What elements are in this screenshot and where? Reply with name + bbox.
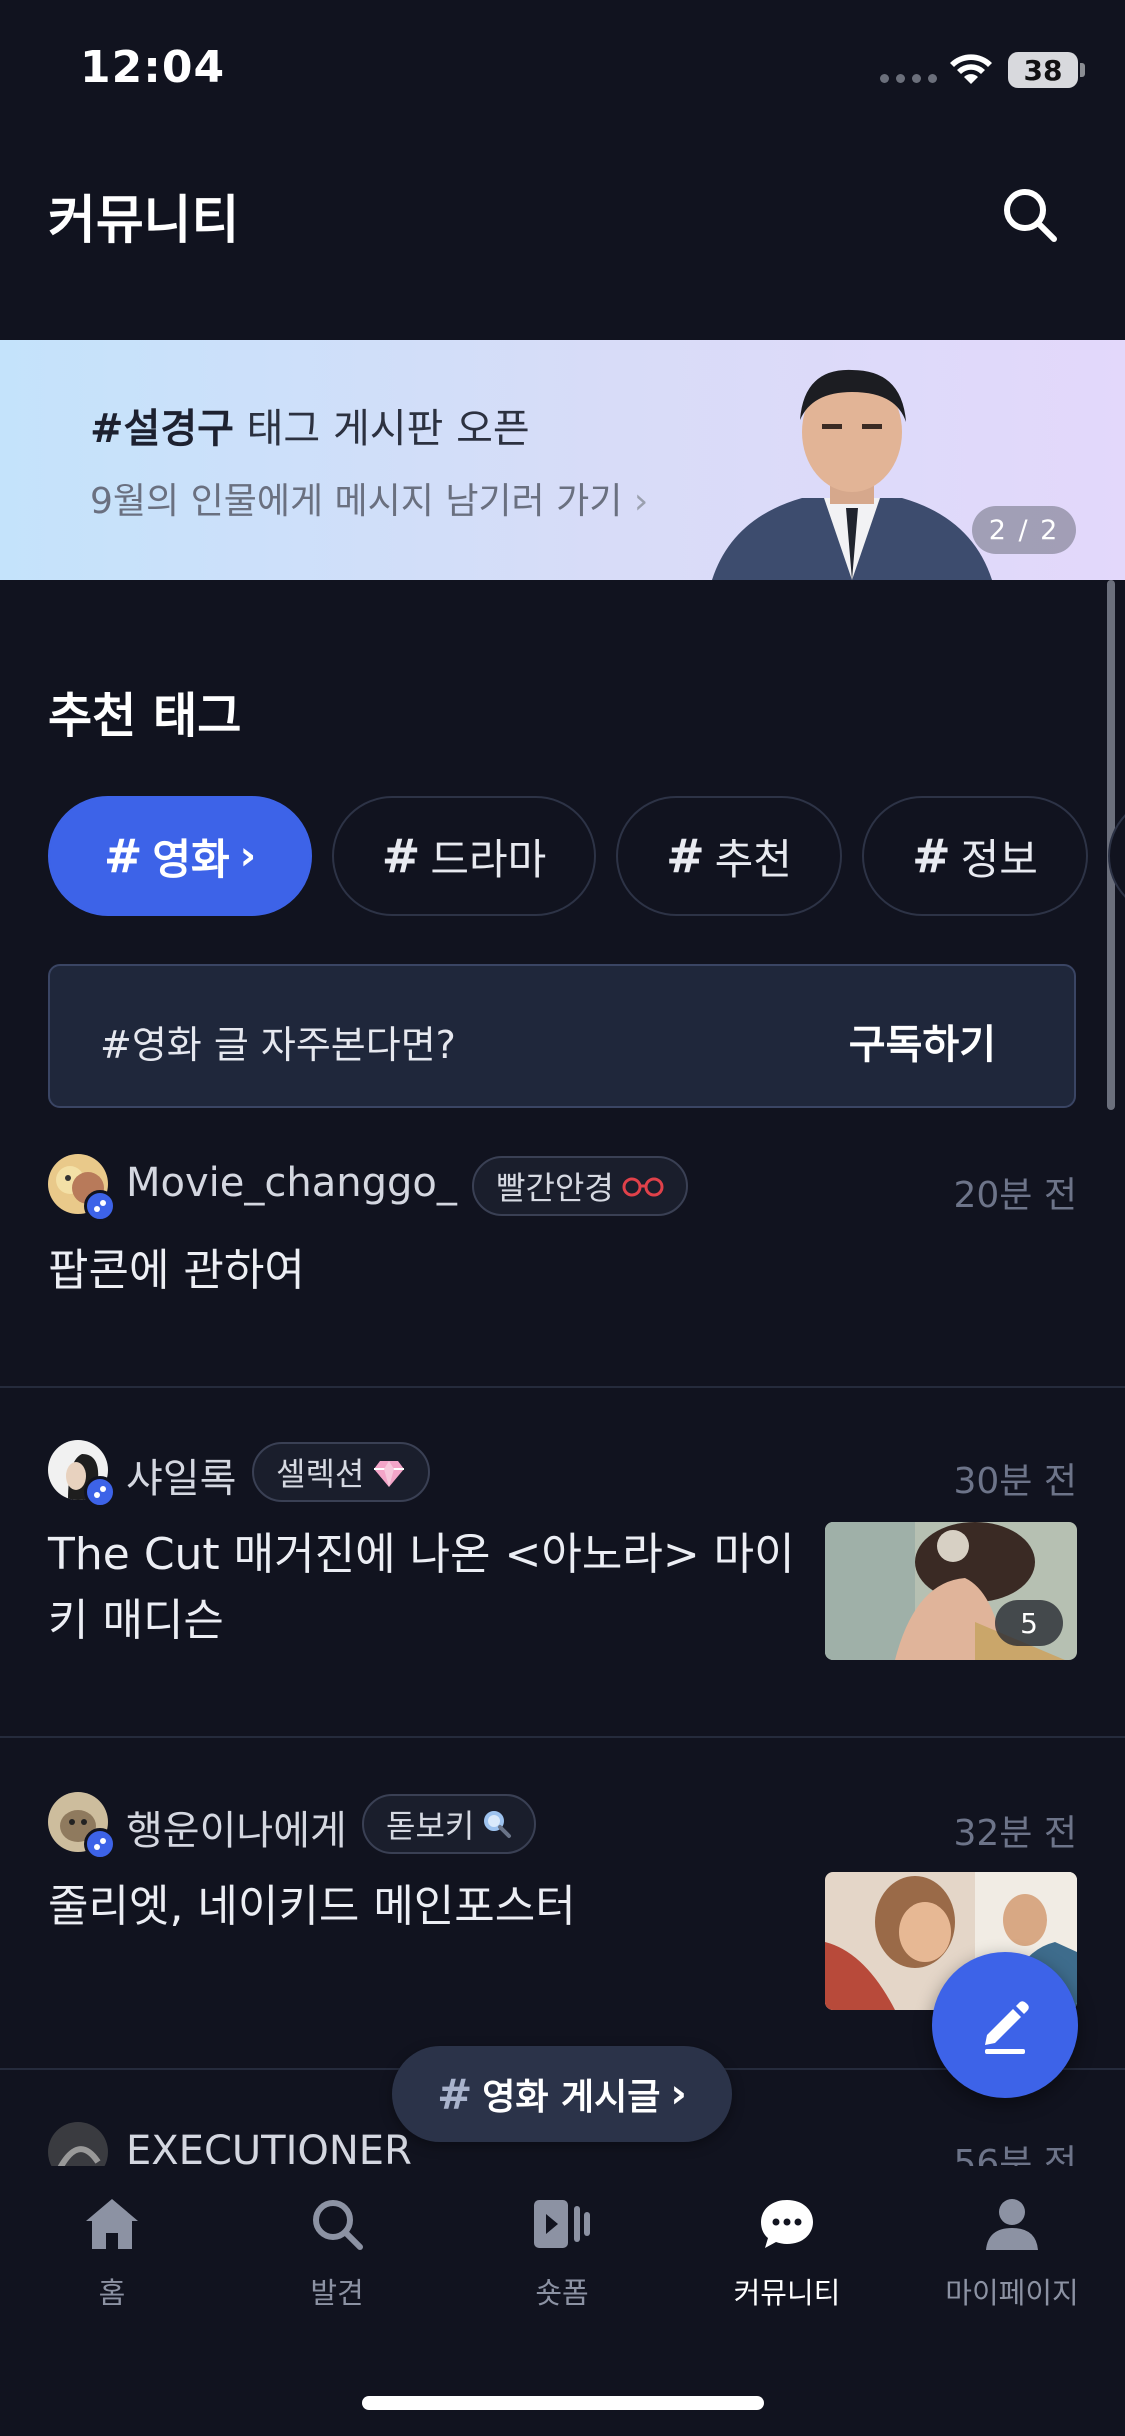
hash-icon: # — [381, 829, 421, 883]
hash-icon: # — [437, 2069, 473, 2119]
magnifier-icon — [484, 1811, 512, 1838]
tag-chip-label: 영화 — [152, 834, 230, 884]
nav-label: 숏폼 — [535, 2276, 589, 2310]
search-icon — [305, 2192, 369, 2256]
nav-label: 홈 — [98, 2276, 126, 2310]
nav-item-community[interactable]: 커뮤니티 — [687, 2192, 887, 2312]
nav-item-discover[interactable]: 발견 — [237, 2192, 437, 2312]
banner-title-rest: 태그 게시판 오픈 — [233, 406, 530, 452]
post-username[interactable]: 행운이나에게 — [126, 1798, 347, 1856]
avatar[interactable] — [48, 2122, 108, 2166]
glasses-icon — [622, 1177, 664, 1197]
post-username[interactable]: Movie_changgo_ — [126, 1160, 457, 1206]
tag-chip-info[interactable]: # 정보 — [862, 796, 1088, 916]
home-icon — [80, 2192, 144, 2256]
verified-badge-icon — [84, 1190, 116, 1222]
tag-chip-drama[interactable]: # 드라마 — [332, 796, 596, 916]
post-title: 줄리엣, 네이키드 메인포스터 — [48, 1881, 576, 1932]
post-title: 팝콘에 관하여 — [48, 1245, 305, 1296]
user-badge: 셀렉션 — [252, 1442, 431, 1502]
hash-icon: # — [912, 829, 951, 883]
nav-item-shortform[interactable]: 숏폼 — [462, 2192, 662, 2312]
post-title: The Cut 매거진에 나온 <아노라> 마이 키 매디슨 — [48, 1522, 808, 1654]
chevron-right-icon: › — [633, 481, 649, 522]
post-time: 30분 전 — [953, 1461, 1078, 1502]
post-time: 56분 전 — [953, 2143, 1078, 2166]
section-title-recommended-tags: 추천 태그 — [48, 688, 242, 744]
post-username[interactable]: 샤일록 — [126, 1446, 236, 1504]
banner-title-tag: #설경구 — [90, 406, 234, 452]
chevron-right-icon: › — [670, 2071, 687, 2117]
tag-chip-partial[interactable] — [1108, 796, 1125, 916]
subscribe-button[interactable]: 구독하기 — [849, 1012, 996, 1070]
avatar[interactable] — [48, 1792, 116, 1860]
user-badge: 빨간안경 — [472, 1156, 688, 1216]
post-item[interactable]: 샤일록 셀렉션 30분 전 The Cut 매거진에 나온 <아노라> 마이 키… — [0, 1436, 1125, 1736]
banner-page-counter: 2 / 2 — [972, 506, 1076, 554]
divider — [0, 1736, 1125, 1738]
user-badge: 돋보키 — [362, 1794, 537, 1854]
search-button[interactable] — [995, 180, 1065, 250]
battery-icon: 38 — [1008, 52, 1078, 88]
banner-subtitle: 9월의 인물에게 메시지 남기러 가기 › — [90, 472, 648, 524]
subscribe-prompt: #영화 글 자주본다면? 구독하기 — [48, 964, 1076, 1108]
status-bar: 12:04 38 — [0, 0, 1125, 140]
gem-icon — [374, 1461, 405, 1487]
tag-chip-row: # 영화 › # 드라마 # 추천 # 정보 — [48, 796, 1125, 918]
divider — [0, 1386, 1125, 1388]
status-time: 12:04 — [80, 42, 226, 93]
user-badge-label: 셀렉션 — [276, 1455, 365, 1493]
nav-item-mypage[interactable]: 마이페이지 — [912, 2192, 1112, 2312]
nav-label: 커뮤니티 — [733, 2276, 841, 2310]
banner-subtitle-text: 9월의 인물에게 메시지 남기러 가기 — [90, 481, 623, 522]
nav-label: 발견 — [310, 2276, 364, 2310]
avatar[interactable] — [48, 1440, 116, 1508]
battery-cap — [1080, 63, 1085, 77]
hash-icon: # — [666, 829, 705, 883]
page-title: 커뮤니티 — [48, 191, 240, 251]
verified-badge-icon — [84, 1828, 116, 1860]
floating-tag-label: 영화 게시글 — [482, 2077, 661, 2118]
home-indicator[interactable] — [362, 2396, 764, 2410]
nav-item-home[interactable]: 홈 — [12, 2192, 212, 2312]
post-thumbnail[interactable]: 5 — [825, 1522, 1077, 1660]
avatar-image — [48, 2122, 108, 2166]
promo-banner[interactable]: #설경구 태그 게시판 오픈 9월의 인물에게 메시지 남기러 가기 › 2 /… — [0, 340, 1125, 580]
user-badge-label: 돋보키 — [386, 1807, 475, 1845]
subscribe-text: #영화 글 자주본다면? — [100, 1023, 456, 1067]
tag-chip-label: 정보 — [960, 834, 1038, 884]
shortform-icon — [530, 2192, 594, 2256]
chat-bubble-icon — [755, 2192, 819, 2256]
pencil-icon — [985, 2001, 1029, 2054]
signal-icon — [880, 74, 937, 83]
post-title-line: The Cut 매거진에 나온 <아노라> 마이 — [48, 1529, 795, 1580]
banner-title: #설경구 태그 게시판 오픈 — [90, 396, 530, 454]
post-time: 20분 전 — [953, 1175, 1078, 1216]
tag-chip-movie[interactable]: # 영화 › — [48, 796, 312, 916]
post-username[interactable]: EXECUTIONER — [126, 2128, 412, 2166]
nav-label: 마이페이지 — [945, 2276, 1079, 2310]
tag-chip-label: 추천 — [714, 834, 792, 884]
search-icon — [1004, 189, 1057, 242]
image-count-badge: 5 — [995, 1600, 1063, 1646]
verified-badge-icon — [84, 1476, 116, 1508]
chevron-right-icon: › — [239, 833, 257, 879]
tag-chip-label: 드라마 — [430, 834, 547, 884]
post-item[interactable]: Movie_changgo_ 빨간안경 20분 전 팝콘에 관하여 — [0, 1150, 1125, 1386]
post-title-line: 키 매디슨 — [48, 1595, 224, 1646]
banner-person-image — [712, 369, 992, 580]
hash-icon: # — [103, 829, 143, 883]
post-time: 32분 전 — [953, 1813, 1078, 1854]
tag-chip-recommend[interactable]: # 추천 — [616, 796, 842, 916]
floating-tag-board-button[interactable]: # 영화 게시글 › — [392, 2046, 732, 2142]
user-badge-label: 빨간안경 — [496, 1169, 614, 1207]
avatar[interactable] — [48, 1154, 116, 1222]
wifi-icon — [950, 54, 992, 84]
header: 커뮤니티 — [0, 150, 1125, 280]
write-post-button[interactable] — [932, 1952, 1078, 2098]
user-icon — [980, 2192, 1044, 2256]
